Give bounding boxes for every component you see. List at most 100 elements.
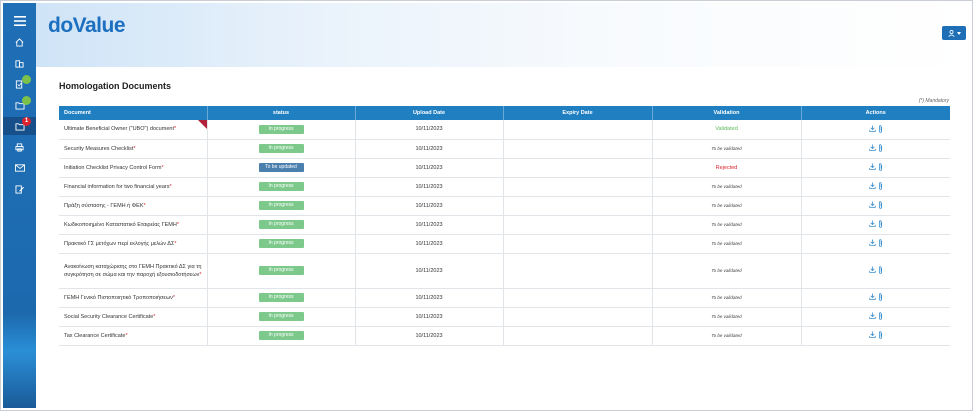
printer-icon xyxy=(15,142,24,152)
download-icon[interactable] xyxy=(869,201,876,209)
download-icon[interactable] xyxy=(869,239,876,247)
validation-status: To be validated xyxy=(711,294,742,300)
column-header-status[interactable]: status xyxy=(207,106,356,120)
upload-date-cell: 10/11/2023 xyxy=(355,139,504,159)
download-icon[interactable] xyxy=(869,125,876,132)
actions-cell xyxy=(801,196,950,216)
expiry-date-cell xyxy=(503,215,653,235)
document-cell: Social Security Clearance Certificate* xyxy=(59,307,208,327)
actions-cell xyxy=(801,215,950,235)
paperclip-icon[interactable] xyxy=(878,143,883,152)
document-name: Social Security Clearance Certificate xyxy=(64,313,154,320)
download-icon[interactable] xyxy=(869,144,876,152)
paperclip-icon[interactable] xyxy=(878,124,883,133)
download-icon[interactable] xyxy=(869,220,876,228)
expiry-date-cell xyxy=(503,288,653,308)
paperclip-icon[interactable] xyxy=(878,181,883,190)
table-row: Πρακτικό ΓΣ μετόχων περί εκλογής μελών Δ… xyxy=(59,234,950,254)
validation-status: To be validated xyxy=(711,221,742,227)
expiry-date-cell xyxy=(503,234,653,254)
expiry-date-cell xyxy=(503,139,653,159)
paperclip-icon[interactable] xyxy=(878,238,883,247)
sidebar-accent xyxy=(3,313,36,408)
expiry-date-cell xyxy=(503,253,653,289)
sidebar-item-messages[interactable] xyxy=(3,159,36,177)
status-cell: In progress xyxy=(207,288,356,308)
column-header-document[interactable]: Document xyxy=(59,106,208,120)
required-mark: * xyxy=(199,271,202,278)
row-actions xyxy=(869,330,883,339)
row-actions xyxy=(869,311,883,320)
expiry-date-cell xyxy=(503,158,653,178)
status-badge: In progress xyxy=(258,220,304,229)
sidebar-item-edit[interactable] xyxy=(3,180,36,198)
document-name: ΓΕΜΗ Γενικό Πιστοποιητικό Τροποποιήσεων xyxy=(64,294,173,301)
document-name: Ultimate Beneficial Owner ("UBO") docume… xyxy=(64,126,174,133)
sidebar-item-home[interactable] xyxy=(3,33,36,51)
expiry-date-cell xyxy=(503,196,653,216)
document-name: Initiation Checklist Privacy Control For… xyxy=(64,164,162,171)
paperclip-icon[interactable] xyxy=(878,265,883,274)
row-actions xyxy=(869,219,883,228)
row-actions xyxy=(869,292,883,301)
menu-icon xyxy=(13,16,26,26)
actions-cell xyxy=(801,234,950,254)
download-icon[interactable] xyxy=(869,163,876,171)
row-actions xyxy=(869,238,883,247)
paperclip-icon[interactable] xyxy=(878,162,883,171)
paperclip-icon[interactable] xyxy=(878,200,883,209)
column-header-validation[interactable]: Validation xyxy=(652,106,802,120)
document-name: Security Measures Checklist xyxy=(64,145,134,152)
table-row: Tax Clearance Certificate* In progress 10/… xyxy=(59,326,950,346)
document-name: Financial information for two financial … xyxy=(64,183,170,190)
required-mark: * xyxy=(173,126,177,133)
actions-cell xyxy=(801,307,950,327)
status-cell: To be updated xyxy=(207,158,356,178)
row-actions xyxy=(869,143,883,152)
paperclip-icon[interactable] xyxy=(878,330,883,339)
actions-cell xyxy=(801,120,950,140)
sidebar-item-companies[interactable] xyxy=(3,54,36,72)
expiry-date-cell xyxy=(503,307,653,327)
validation-cell: Rejected xyxy=(652,158,802,178)
document-name: Tax Clearance Certificate xyxy=(64,332,126,339)
status-cell: In progress xyxy=(207,196,356,216)
paperclip-icon[interactable] xyxy=(878,311,883,320)
validation-status: To be validated xyxy=(711,313,742,319)
table-row: ΓΕΜΗ Γενικό Πιστοποιητικό Τροποποιήσεων*… xyxy=(59,288,950,308)
sidebar-item-approved[interactable] xyxy=(3,96,36,114)
approved-badge xyxy=(22,96,31,105)
validation-cell: To be validated xyxy=(652,288,802,308)
document-cell: Financial information for two financial … xyxy=(59,177,208,197)
validation-status: To be validated xyxy=(711,145,742,151)
download-icon[interactable] xyxy=(869,182,876,190)
document-cell: Initiation Checklist Privacy Control For… xyxy=(59,158,208,178)
status-badge: In progress xyxy=(258,293,304,302)
user-icon xyxy=(947,29,955,37)
user-menu-button[interactable] xyxy=(942,26,966,40)
status-badge: In progress xyxy=(258,201,304,210)
caret-down-icon xyxy=(956,31,961,35)
validation-cell: To be validated xyxy=(652,139,802,159)
column-header-expiry-date[interactable]: Expiry Date xyxy=(503,106,653,120)
sidebar-item-print[interactable] xyxy=(3,138,36,156)
download-icon[interactable] xyxy=(869,312,876,320)
paperclip-icon[interactable] xyxy=(878,292,883,301)
status-cell: In progress xyxy=(207,120,356,140)
row-actions xyxy=(869,124,883,133)
download-icon[interactable] xyxy=(869,331,876,339)
download-icon[interactable] xyxy=(869,293,876,301)
row-actions xyxy=(869,162,883,171)
comment-flag[interactable] xyxy=(197,120,207,129)
expiry-date-cell xyxy=(503,177,653,197)
required-mark: * xyxy=(161,164,164,171)
status-badge: In progress xyxy=(258,124,304,134)
column-header-upload-date[interactable]: Upload Date xyxy=(355,106,504,120)
paperclip-icon[interactable] xyxy=(878,219,883,228)
sidebar-item-documents[interactable] xyxy=(3,75,36,93)
menu-toggle[interactable] xyxy=(3,12,36,30)
download-icon[interactable] xyxy=(869,266,876,274)
company-logo[interactable]: doValue xyxy=(48,14,126,38)
home-icon xyxy=(15,37,24,47)
sidebar-item-homologation[interactable]: 1 xyxy=(3,117,36,135)
